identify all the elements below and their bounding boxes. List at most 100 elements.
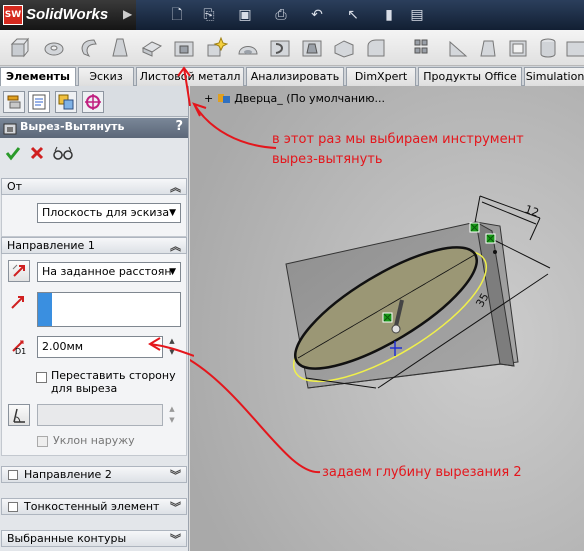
collapse-icon[interactable]: ︽ <box>170 179 181 195</box>
draft-outward-checkbox[interactable] <box>37 436 48 447</box>
flip-side-label: Переставить сторону для выреза <box>51 369 183 395</box>
print-icon[interactable]: ⎙ <box>272 6 290 24</box>
revolved-cut-icon[interactable] <box>236 36 260 60</box>
extruded-cut-icon <box>3 123 17 135</box>
expand-icon[interactable]: ︾ <box>170 531 181 547</box>
select-pointer-icon[interactable]: ↖ <box>344 6 362 24</box>
expand-icon[interactable]: ︾ <box>170 499 181 515</box>
depth-symbol-label: D1 <box>15 347 27 356</box>
flip-side-label-line1: Переставить сторону <box>51 369 176 382</box>
expand-icon[interactable]: ︾ <box>170 467 181 483</box>
direction2-group-header[interactable]: Направление 2 ︾ <box>1 466 187 483</box>
dimxpert-manager-tab[interactable] <box>82 91 104 113</box>
draft-angle-icon <box>13 408 25 423</box>
expand-icon[interactable]: + <box>204 92 213 105</box>
tab-sketch[interactable]: Эскиз <box>78 67 134 86</box>
direction2-checkbox[interactable] <box>8 470 18 480</box>
fillet-icon[interactable] <box>364 36 388 60</box>
intersect-icon[interactable] <box>564 36 584 60</box>
end-condition-select[interactable]: На заданное расстоян ▼ <box>37 262 181 282</box>
annotation-top-line2: вырез-вытянуть <box>272 152 383 167</box>
chevron-down-icon: ▼ <box>169 267 176 277</box>
start-condition-select[interactable]: Плоскость для эскиза ▼ <box>37 203 181 223</box>
boundary-cut-icon[interactable] <box>332 36 356 60</box>
depth-annotation-arrow <box>148 337 194 357</box>
manager-tabs <box>0 86 188 117</box>
sweep-boss-icon[interactable] <box>76 36 100 60</box>
from-group-header[interactable]: От ︽ <box>1 178 187 195</box>
x-icon[interactable] <box>29 145 45 161</box>
feature-actions <box>0 142 188 164</box>
rib-icon[interactable] <box>446 36 470 60</box>
property-manager-tab[interactable] <box>28 91 50 113</box>
help-button[interactable]: ? <box>175 119 183 134</box>
direction-vector-selection[interactable] <box>37 292 181 327</box>
wrap-icon[interactable] <box>536 36 560 60</box>
reverse-direction-button[interactable] <box>8 260 30 282</box>
tab-evaluate[interactable]: Анализировать <box>246 67 344 86</box>
start-condition-value: Плоскость для эскиза <box>42 206 170 219</box>
draft-angle-input[interactable] <box>37 404 163 426</box>
part-name: Дверца_ (По умолчанию... <box>234 92 385 105</box>
feature-tree-icon <box>7 95 21 109</box>
direction-arrow-icon <box>11 296 24 309</box>
open-file-icon[interactable]: ⎘ <box>200 6 218 24</box>
flip-side-label-line2: для выреза <box>51 382 118 395</box>
depth-icon: D1 <box>10 337 32 359</box>
tab-features[interactable]: Элементы <box>0 67 76 87</box>
shell-icon[interactable] <box>506 36 530 60</box>
direction1-group-header[interactable]: Направление 1 ︽ <box>1 237 187 254</box>
tab-dimxpert[interactable]: DimXpert <box>346 67 416 86</box>
feature-manager-tab[interactable] <box>3 91 25 113</box>
lofted-cut-icon[interactable] <box>300 36 324 60</box>
selected-contours-group-header[interactable]: Выбранные контуры ︾ <box>1 530 187 547</box>
command-toolbar <box>0 30 584 66</box>
annotation-bottom: задаем глубину вырезания 2 <box>322 465 522 480</box>
collapse-icon[interactable]: ︽ <box>170 238 181 254</box>
new-file-icon[interactable]: 🗋 <box>168 6 186 24</box>
configuration-icon <box>58 94 74 110</box>
tab-simulation[interactable]: Simulation <box>524 67 584 86</box>
from-group-body: Плоскость для эскиза ▼ <box>1 195 187 237</box>
loft-boss-icon[interactable] <box>108 36 132 60</box>
draft-toggle-button[interactable] <box>8 404 30 426</box>
feature-tree-root[interactable]: + Дверца_ (По умолчанию... <box>204 92 385 105</box>
selection-highlight <box>38 293 52 326</box>
crosshair-icon <box>85 94 101 110</box>
extruded-cut-icon[interactable] <box>172 36 196 60</box>
swept-cut-icon[interactable] <box>268 36 292 60</box>
save-icon[interactable]: ▣ <box>236 6 254 24</box>
hole-wizard-icon[interactable] <box>204 36 228 60</box>
solidworks-logo-icon: SW <box>3 5 23 25</box>
tab-office-products[interactable]: Продукты Office <box>418 67 522 86</box>
boundary-boss-icon[interactable] <box>140 36 164 60</box>
annotation-top-line1: в этот раз мы выбираем инструмент <box>272 132 524 147</box>
undo-icon[interactable]: ↶ <box>308 6 326 24</box>
configuration-manager-tab[interactable] <box>55 91 77 113</box>
direction1-group-label: Направление 1 <box>7 239 95 252</box>
flip-side-checkbox[interactable] <box>36 372 47 383</box>
reverse-direction-icon <box>12 264 25 277</box>
glasses-icon[interactable] <box>53 145 73 161</box>
menu-arrow-icon[interactable]: ▶ <box>123 7 132 21</box>
options-icon[interactable]: ▤ <box>408 6 426 24</box>
app-name: SolidWorks <box>26 6 109 23</box>
check-icon[interactable] <box>5 145 21 161</box>
thin-feature-checkbox[interactable] <box>8 502 18 512</box>
draft-spinner[interactable]: ▲ ▼ <box>166 404 178 426</box>
rebuild-icon[interactable]: ▮ <box>380 6 398 24</box>
annotation-top: в этот раз мы выбираем инструмент вырез-… <box>272 130 524 170</box>
tool-annotation-arrow <box>177 66 191 106</box>
app-logo[interactable]: SW SolidWorks ▶ <box>0 0 136 30</box>
part-icon <box>217 94 230 103</box>
command-manager-tabs: Элементы Эскиз Листовой металл Анализиро… <box>0 66 584 87</box>
depth-input[interactable]: 2.00мм <box>37 336 163 358</box>
thin-feature-group-header[interactable]: Тонкостенный элемент ︾ <box>1 498 187 515</box>
extrude-boss-icon[interactable] <box>8 36 32 60</box>
draft-icon[interactable] <box>476 36 500 60</box>
feature-title: Вырез-Вытянуть <box>20 120 125 133</box>
title-bar: SW SolidWorks ▶ 🗋 ⎘ ▣ ⎙ ↶ ↖ ▮ ▤ <box>0 0 584 30</box>
linear-pattern-icon[interactable] <box>412 36 436 60</box>
property-icon <box>32 94 46 110</box>
revolve-boss-icon[interactable] <box>42 36 66 60</box>
